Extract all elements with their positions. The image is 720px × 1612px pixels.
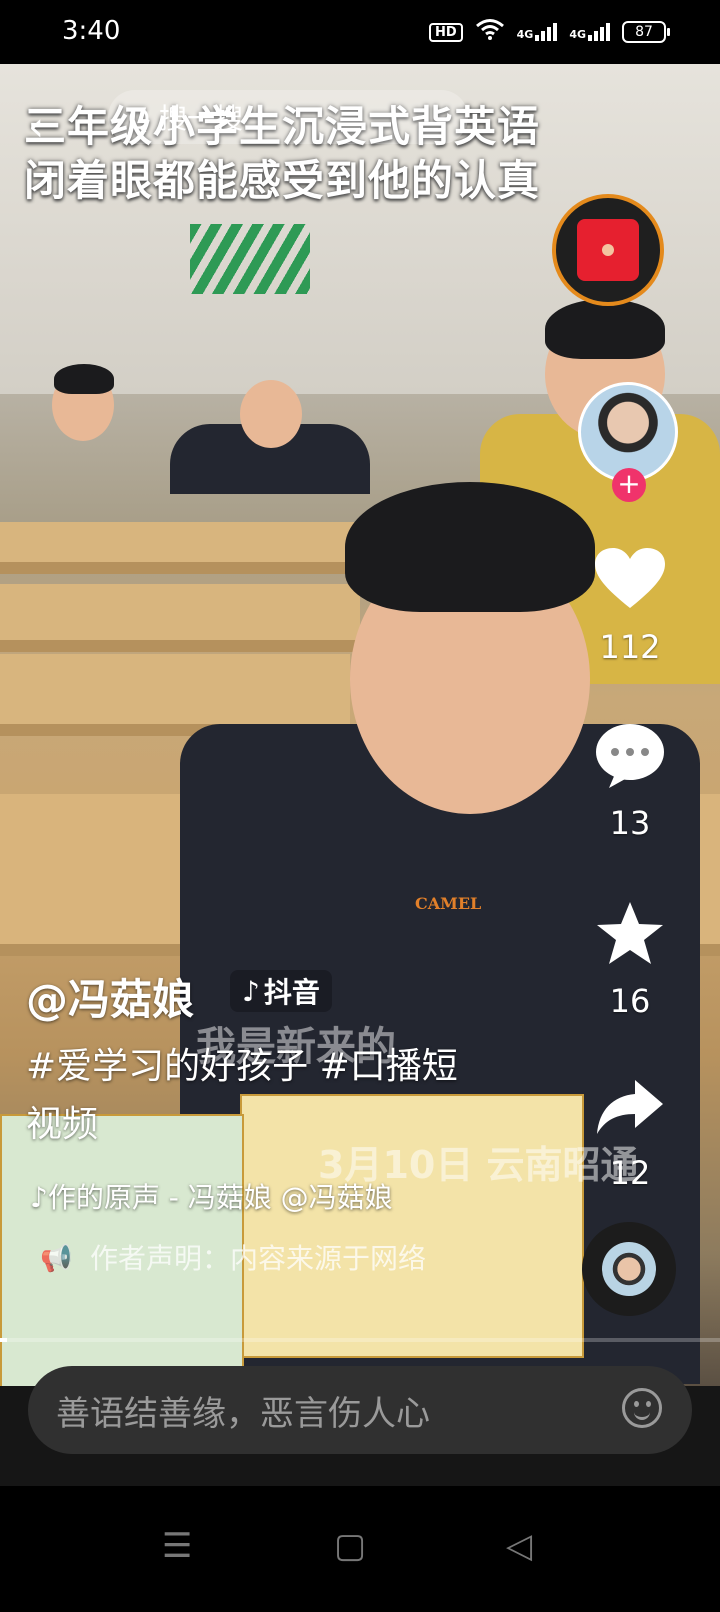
douyin-tag: ♪ 抖音: [230, 970, 332, 1012]
status-bar: 3:40 HD 4G 4G 87: [0, 0, 720, 64]
follow-plus-icon[interactable]: +: [612, 468, 646, 502]
back-arrow-icon[interactable]: ‹: [28, 104, 44, 150]
hd-icon: HD: [428, 22, 463, 42]
comment-input[interactable]: 善语结善缘，恶言伤人心: [28, 1366, 692, 1454]
system-nav-bar: ☰ ▢ ◁: [0, 1486, 720, 1612]
status-icons: HD 4G 4G 87: [428, 18, 670, 46]
desk: [0, 522, 360, 574]
student: [240, 380, 302, 448]
signal-4g-icon-2: 4G: [569, 23, 610, 41]
favorite-count: 16: [609, 982, 651, 1020]
douyin-logo-icon: ♪: [242, 974, 260, 1008]
wall-decoration: [190, 224, 310, 294]
menu-icon[interactable]: ☰: [162, 1526, 192, 1566]
jacket-brand: CAMEL: [415, 894, 482, 913]
desk: [0, 584, 360, 652]
favorite-button[interactable]: 16: [560, 900, 700, 1020]
like-count: 112: [599, 628, 661, 666]
video-progress-bar[interactable]: [0, 1338, 720, 1342]
student-hair: [54, 364, 114, 394]
heart-icon: [560, 548, 700, 626]
music-disc-icon[interactable]: [582, 1222, 676, 1316]
comment-icon: [560, 722, 700, 802]
wifi-icon: [475, 18, 505, 46]
back-nav-icon[interactable]: ◁: [506, 1526, 532, 1566]
emoji-icon[interactable]: [622, 1388, 662, 1428]
author-statement: 📢 作者声明：内容来源于网络: [40, 1236, 470, 1282]
star-icon: [560, 900, 700, 980]
home-icon[interactable]: ▢: [334, 1526, 366, 1566]
signal-4g-icon-1: 4G: [517, 23, 558, 41]
like-button[interactable]: 112: [560, 548, 700, 666]
red-packet-icon[interactable]: [552, 194, 664, 306]
comment-button[interactable]: 13: [560, 722, 700, 842]
student-hair: [545, 299, 665, 359]
music-info[interactable]: ♪作的原声 - 冯菇娘 @冯菇娘: [30, 1176, 460, 1216]
status-time: 3:40: [62, 16, 121, 46]
battery-icon: 87: [622, 21, 670, 43]
comment-count: 13: [609, 804, 651, 842]
author-name[interactable]: @冯菇娘: [26, 966, 194, 1027]
search-bar[interactable]: Q 搜一搜: [108, 90, 468, 144]
megaphone-icon: 📢: [40, 1244, 73, 1274]
boy-hair: [345, 482, 595, 612]
